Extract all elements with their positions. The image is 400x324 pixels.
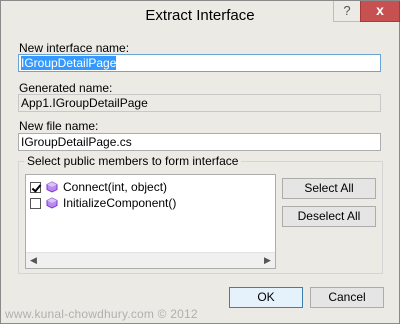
file-name-input[interactable]: IGroupDetailPage.cs <box>18 133 381 151</box>
method-icon <box>46 197 58 209</box>
members-group-label: Select public members to form interface <box>24 154 242 168</box>
cancel-button[interactable]: Cancel <box>310 287 384 308</box>
title-bar[interactable]: Extract Interface ? x <box>1 1 400 29</box>
member-label-initializecomponent: InitializeComponent() <box>63 196 177 210</box>
extract-interface-dialog: Extract Interface ? x New interface name… <box>0 0 400 324</box>
horizontal-scrollbar[interactable]: ◀ ▶ <box>26 252 275 268</box>
close-button[interactable]: x <box>360 1 400 22</box>
interface-name-input[interactable]: IGroupDetailPage <box>18 54 381 72</box>
generated-name-field: App1.IGroupDetailPage <box>18 94 381 112</box>
generated-name-label: Generated name: <box>19 81 113 95</box>
member-item-connect[interactable]: Connect(int, object) <box>30 179 167 195</box>
method-icon <box>46 181 58 193</box>
scroll-left-icon[interactable]: ◀ <box>26 253 41 268</box>
member-label-connect: Connect(int, object) <box>63 180 168 194</box>
ok-button[interactable]: OK <box>229 287 303 308</box>
member-checkbox-initializecomponent[interactable] <box>30 197 41 209</box>
scroll-right-icon[interactable]: ▶ <box>260 253 275 268</box>
interface-name-value: IGroupDetailPage <box>21 56 117 70</box>
interface-name-label: New interface name: <box>19 41 130 55</box>
file-name-label: New file name: <box>19 119 99 133</box>
member-item-initializecomponent[interactable]: InitializeComponent() <box>30 195 176 211</box>
select-all-button[interactable]: Select All <box>282 178 376 199</box>
member-checkbox-connect[interactable] <box>30 181 41 193</box>
help-button[interactable]: ? <box>333 1 361 22</box>
deselect-all-button[interactable]: Deselect All <box>282 206 376 227</box>
members-list[interactable]: Connect(int, object) InitializeComponent… <box>25 174 276 269</box>
watermark-text: www.kunal-chowdhury.com © 2012 <box>5 307 198 321</box>
